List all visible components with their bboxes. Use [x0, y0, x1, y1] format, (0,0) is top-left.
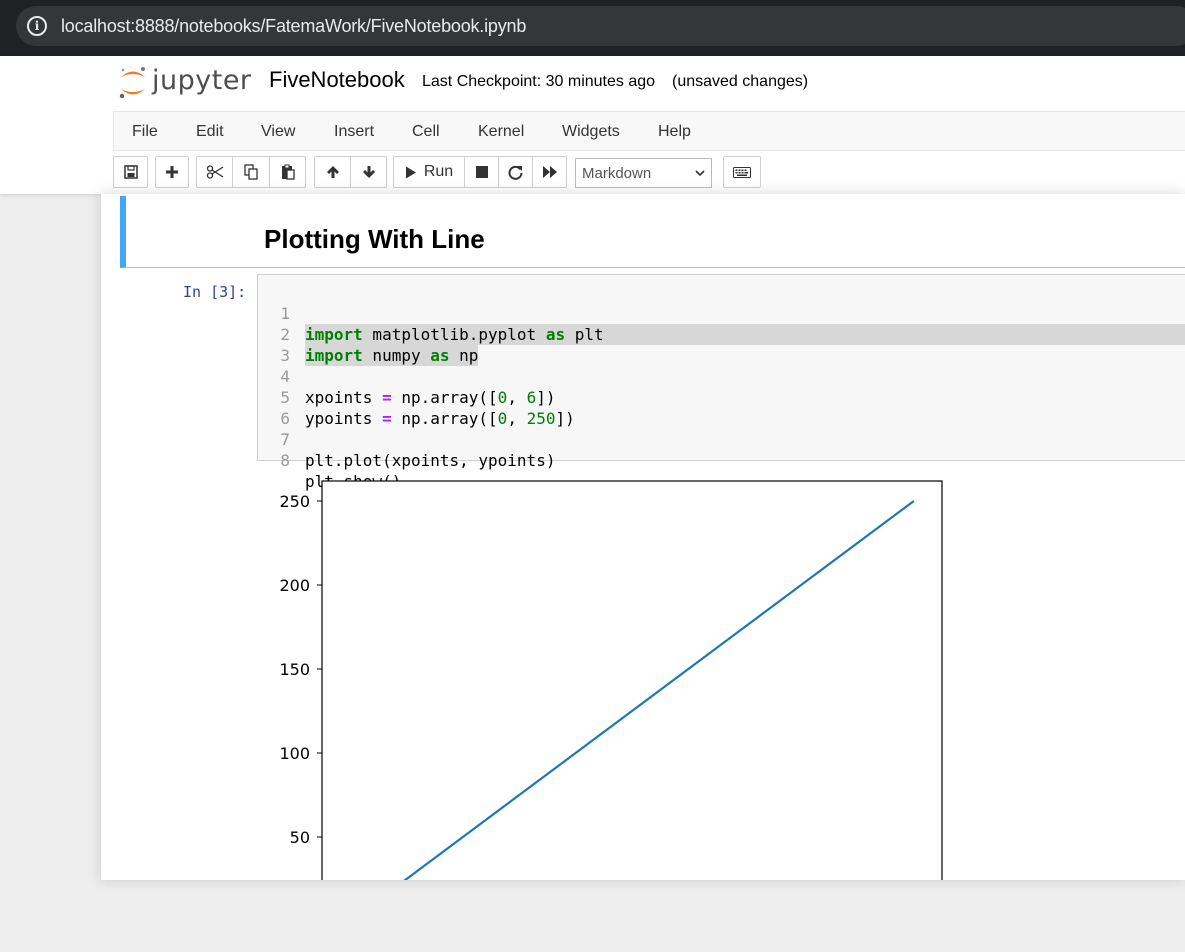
- paste-icon: [281, 164, 295, 180]
- arrow-down-icon: [362, 166, 375, 178]
- browser-bar: i localhost:8888/notebooks/FatemaWork/Fi…: [0, 0, 1185, 56]
- notebook-container: Plotting With Line In [3]: 1 import matp…: [101, 194, 1185, 880]
- save-icon: [123, 165, 138, 179]
- menu-help[interactable]: Help: [658, 123, 691, 141]
- line-number: 8: [280, 451, 290, 470]
- plot-frame: [321, 480, 943, 880]
- chevron-down-icon: [695, 170, 705, 177]
- restart-run-all-button[interactable]: [532, 156, 567, 188]
- address-bar[interactable]: i localhost:8888/notebooks/FatemaWork/Fi…: [16, 6, 1185, 46]
- move-group: [314, 156, 387, 188]
- y-tick-label: 250: [279, 492, 310, 511]
- y-tick-label: 100: [279, 744, 310, 763]
- code-line: 8 plt.show(): [258, 429, 1185, 491]
- save-group: [113, 156, 148, 188]
- menu-bar: File Edit View Insert Cell Kernel Widget…: [113, 111, 1185, 151]
- menu-widgets[interactable]: Widgets: [562, 123, 620, 141]
- edit-group: [196, 156, 306, 188]
- copy-icon: [244, 164, 258, 180]
- code-line: 4 xpoints = np.array([0, 6]): [258, 345, 1185, 407]
- markdown-heading: Plotting With Line: [264, 224, 485, 254]
- code-line: 1 import matplotlib.pyplot as plt: [258, 282, 1185, 345]
- save-button[interactable]: [113, 156, 148, 188]
- menu-view[interactable]: View: [261, 123, 295, 141]
- scissors-icon: [206, 165, 223, 179]
- menu-edit[interactable]: Edit: [196, 123, 224, 141]
- code-editor[interactable]: 1 import matplotlib.pyplot as plt 2 impo…: [257, 274, 1185, 491]
- move-down-button[interactable]: [350, 156, 387, 188]
- insert-cell-button[interactable]: [155, 156, 189, 188]
- code-line: 3: [258, 324, 1185, 365]
- notebook-name[interactable]: FiveNotebook: [269, 67, 405, 93]
- url-text[interactable]: localhost:8888/notebooks/FatemaWork/Five…: [61, 16, 526, 37]
- keyboard-icon: [733, 166, 751, 178]
- y-tick-label: 50: [290, 828, 310, 847]
- logo-text: jupyter: [152, 65, 252, 96]
- restart-button[interactable]: [498, 156, 533, 188]
- code-line: 2 import numpy as np: [258, 303, 1185, 366]
- menu-insert[interactable]: Insert: [334, 123, 374, 141]
- code-line: 7 plt.plot(xpoints, ypoints): [258, 408, 1185, 470]
- run-group: Run: [393, 156, 567, 188]
- autosave-status: (unsaved changes): [672, 73, 809, 90]
- move-up-button[interactable]: [314, 156, 351, 188]
- interrupt-button[interactable]: [464, 156, 499, 188]
- insert-group: [155, 156, 189, 188]
- code-line: 6: [258, 387, 1185, 428]
- arrow-up-icon: [326, 166, 339, 178]
- checkpoint-status: Last Checkpoint: 30 minutes ago: [422, 73, 656, 90]
- cell-type-select[interactable]: Markdown: [575, 158, 712, 188]
- copy-button[interactable]: [232, 156, 270, 188]
- fast-forward-icon: [542, 166, 557, 178]
- keyboard-group: [723, 156, 761, 188]
- command-palette-button[interactable]: [723, 156, 761, 188]
- run-label: Run: [423, 163, 454, 180]
- cell-type-value: Markdown: [582, 165, 652, 182]
- menu-kernel[interactable]: Kernel: [478, 123, 524, 141]
- play-icon: [405, 166, 416, 178]
- y-tick-label: 200: [279, 576, 310, 595]
- cut-button[interactable]: [196, 156, 233, 188]
- jupyter-logo[interactable]: jupyter: [118, 65, 258, 101]
- jupyter-logo-icon: [119, 67, 145, 99]
- menu-cell[interactable]: Cell: [412, 123, 440, 141]
- code-text: plt.plot(xpoints, ypoints): [305, 451, 556, 470]
- info-icon[interactable]: i: [27, 16, 47, 36]
- paste-button[interactable]: [269, 156, 306, 188]
- stop-icon: [475, 166, 488, 178]
- output-plot: 50 100 150 200 250: [251, 474, 951, 880]
- markdown-cell[interactable]: Plotting With Line: [120, 196, 1185, 268]
- jupyter-header: jupyter FiveNotebook Last Checkpoint: 30…: [0, 56, 1185, 194]
- run-button[interactable]: Run: [393, 156, 465, 188]
- plus-icon: [166, 166, 178, 178]
- code-line: 5 ypoints = np.array([0, 250]): [258, 366, 1185, 428]
- y-tick-label: 150: [279, 660, 310, 679]
- input-prompt: In [3]:: [183, 283, 247, 301]
- menu-file[interactable]: File: [132, 123, 158, 141]
- line-chart: 50 100 150 200 250: [279, 480, 943, 880]
- restart-icon: [508, 165, 523, 180]
